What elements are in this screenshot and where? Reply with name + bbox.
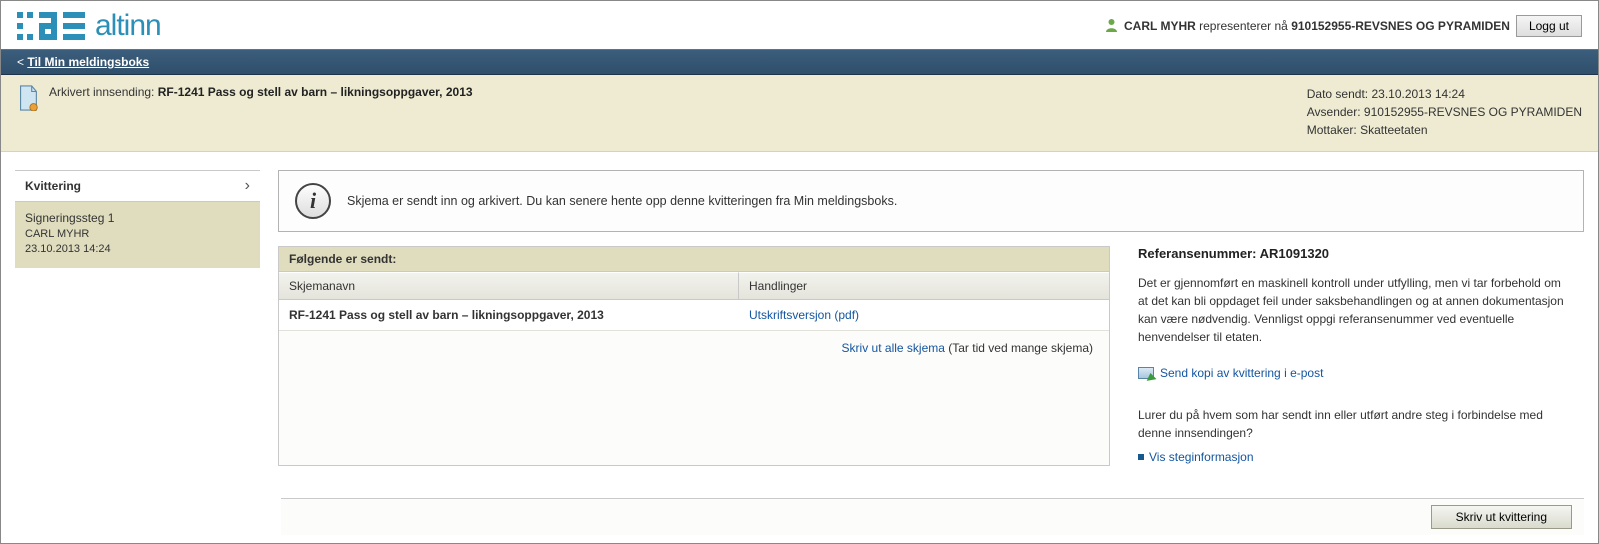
right-column: Referansenummer: AR1091320 Det er gjenno… <box>1138 246 1584 466</box>
receiver-value: Skatteetaten <box>1360 123 1427 137</box>
step-user: CARL MYHR <box>25 227 250 242</box>
info-text: Skjema er sendt inn og arkivert. Du kan … <box>347 194 897 208</box>
content: Kvittering › Signeringssteg 1 CARL MYHR … <box>1 152 1598 466</box>
print-all-row: Skriv ut alle skjema (Tar tid ved mange … <box>279 331 1109 359</box>
header-user-text: CARL MYHR representerer nå 910152955-REV… <box>1124 19 1510 33</box>
chevron-right-icon: › <box>245 177 250 195</box>
sidebar: Kvittering › Signeringssteg 1 CARL MYHR … <box>15 170 260 268</box>
step-title: Signeringssteg 1 <box>25 210 250 227</box>
summary-prefix: Arkivert innsending: <box>49 85 154 99</box>
ref-value: AR1091320 <box>1260 246 1329 261</box>
lower-row: Følgende er sendt: Skjemanavn Handlinger… <box>278 246 1584 466</box>
logo-text: altinn <box>95 9 161 43</box>
logo[interactable]: altinn <box>17 9 161 43</box>
logo-icon <box>17 12 87 40</box>
vis-steginformasjon-link[interactable]: Vis steginformasjon <box>1149 448 1254 466</box>
org-name: 910152955-REVSNES OG PYRAMIDEN <box>1291 19 1510 33</box>
nav-bar: < Til Min meldingsboks <box>1 49 1598 75</box>
sent-table-head: Skjemanavn Handlinger <box>279 272 1109 300</box>
represents-text: representerer nå <box>1199 19 1288 33</box>
document-icon <box>17 85 39 111</box>
summary-right: Dato sendt: 23.10.2013 14:24 Avsender: 9… <box>1307 85 1582 139</box>
info-box: i Skjema er sendt inn og arkivert. Du ka… <box>278 170 1584 232</box>
date-sent-label: Dato sendt: <box>1307 87 1368 101</box>
sidebar-head-label: Kvittering <box>25 179 81 193</box>
col-handlinger: Handlinger <box>739 272 1109 299</box>
user-icon <box>1105 18 1118 35</box>
receiver-label: Mottaker: <box>1307 123 1357 137</box>
row-action: Utskriftsversjon (pdf) <box>739 300 1109 330</box>
main: i Skjema er sendt inn og arkivert. Du ka… <box>278 170 1584 466</box>
nav-back-link[interactable]: Til Min meldingsboks <box>27 55 149 69</box>
footer-bar: Skriv ut kvittering <box>281 498 1584 535</box>
step-time: 23.10.2013 14:24 <box>25 242 250 257</box>
info-icon: i <box>295 183 331 219</box>
reference-title: Referansenummer: AR1091320 <box>1138 244 1574 264</box>
print-receipt-button[interactable]: Skriv ut kvittering <box>1431 505 1572 529</box>
print-pdf-link[interactable]: Utskriftsversjon (pdf) <box>749 308 859 322</box>
summary-bar: Arkivert innsending: RF-1241 Pass og ste… <box>1 75 1598 152</box>
send-email-copy-link[interactable]: Send kopi av kvittering i e-post <box>1160 364 1323 382</box>
sent-head: Følgende er sendt: <box>279 247 1109 272</box>
print-all-link[interactable]: Skriv ut alle skjema <box>842 341 945 355</box>
sent-box: Følgende er sendt: Skjemanavn Handlinger… <box>278 246 1110 466</box>
summary-left: Arkivert innsending: RF-1241 Pass og ste… <box>17 85 473 139</box>
col-skjemanavn: Skjemanavn <box>279 272 739 299</box>
logout-button[interactable]: Logg ut <box>1516 15 1582 37</box>
vis-step-row: Vis steginformasjon <box>1138 448 1254 466</box>
nav-back-caret: < <box>17 55 27 69</box>
row-name: RF-1241 Pass og stell av barn – liknings… <box>279 300 739 330</box>
email-copy-row: Send kopi av kvittering i e-post <box>1138 364 1323 382</box>
ref-body: Det er gjennomført en maskinell kontroll… <box>1138 274 1574 346</box>
ref-label: Referansenummer: <box>1138 246 1257 261</box>
user-name: CARL MYHR <box>1124 19 1196 33</box>
date-sent-value: 23.10.2013 14:24 <box>1371 87 1464 101</box>
table-row: RF-1241 Pass og stell av barn – liknings… <box>279 300 1109 331</box>
step-question: Lurer du på hvem som har sendt inn eller… <box>1138 406 1574 442</box>
sender-value: 910152955-REVSNES OG PYRAMIDEN <box>1364 105 1582 119</box>
summary-form-title: RF-1241 Pass og stell av barn – liknings… <box>158 85 473 99</box>
sidebar-head-kvittering[interactable]: Kvittering › <box>15 170 260 202</box>
sidebar-step[interactable]: Signeringssteg 1 CARL MYHR 23.10.2013 14… <box>15 202 260 268</box>
square-bullet-icon <box>1138 454 1144 460</box>
sender-label: Avsender: <box>1307 105 1361 119</box>
header-right: CARL MYHR representerer nå 910152955-REV… <box>1105 15 1582 37</box>
mail-icon <box>1138 367 1154 379</box>
header: altinn CARL MYHR representerer nå 910152… <box>1 1 1598 49</box>
print-all-note: (Tar tid ved mange skjema) <box>948 341 1093 355</box>
summary-title: Arkivert innsending: RF-1241 Pass og ste… <box>49 85 473 99</box>
